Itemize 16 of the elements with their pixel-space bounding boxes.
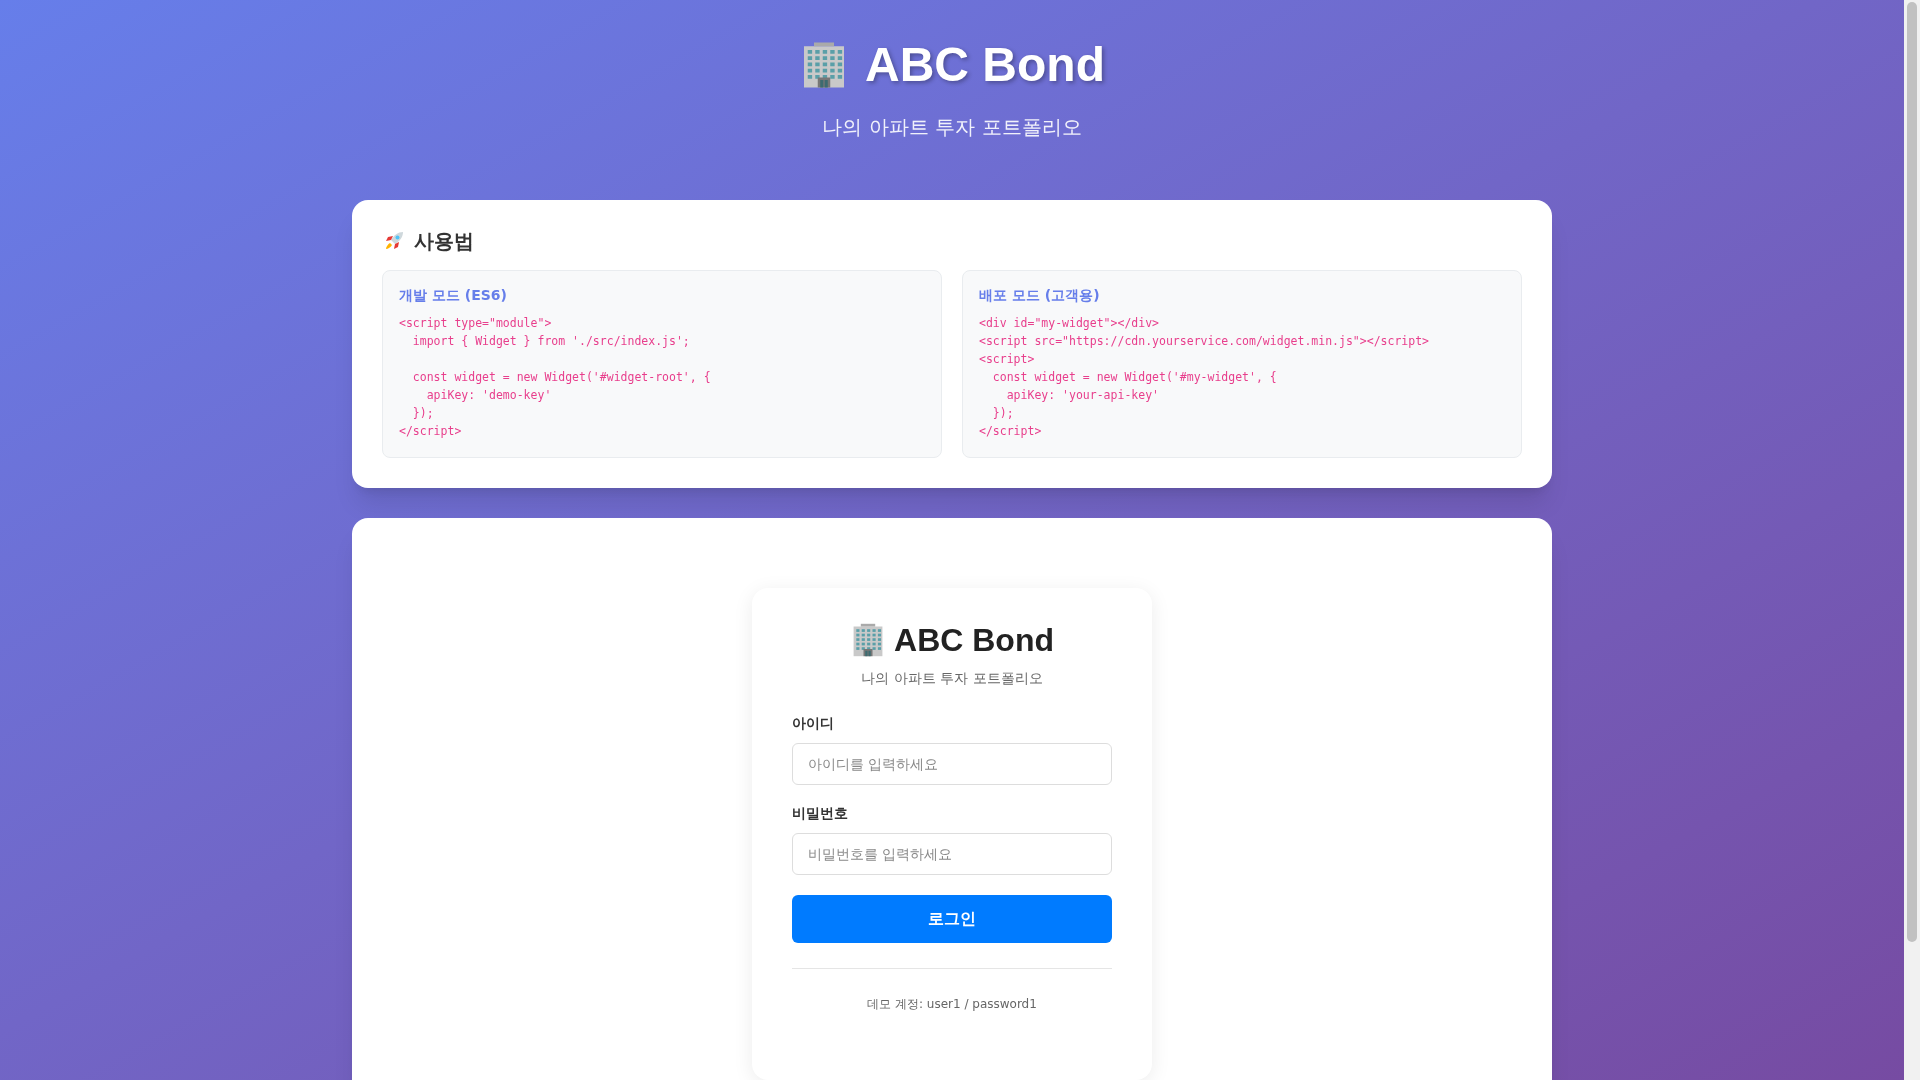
page-subtitle: 나의 아파트 투자 포트폴리오	[822, 114, 1082, 141]
field-label: 비밀번호	[792, 804, 849, 823]
code-panel-title: 개발 모드 (ES6)	[399, 286, 508, 305]
page-title: ABC Bond	[865, 41, 1105, 89]
username-field[interactable]: 아이디를 입력하세요	[792, 743, 1112, 785]
code-snippet: <div id="my-widget"></div> <script src="https://cdn.yourservice.com/widget.min.js"></script> <script> const widget = new Widget('#my-widget', { apiKey: 'your-api-key' }); </script>	[979, 315, 1431, 440]
login-title: ABC Bond	[894, 624, 1054, 656]
password-field[interactable]: 비밀번호를 입력하세요	[792, 833, 1112, 875]
scrollbar[interactable]	[1904, 0, 1920, 1080]
field-label: 아이디	[792, 714, 835, 733]
section-title: 사용법	[414, 228, 474, 255]
demo-account-note: 데모 계정: user1 / password1	[866, 996, 1038, 1013]
login-subtitle: 나의 아파트 투자 포트폴리오	[860, 669, 1044, 688]
code-snippet: <script type="module"> import { Widget } from './src/index.js'; const widget = new Widget('#widget-root', { apiKey: 'demo-key' }); </script>	[399, 315, 712, 440]
login-button[interactable]: 로그인	[792, 895, 1112, 943]
code-panel-title: 배포 모드 (고객용)	[979, 286, 1101, 305]
